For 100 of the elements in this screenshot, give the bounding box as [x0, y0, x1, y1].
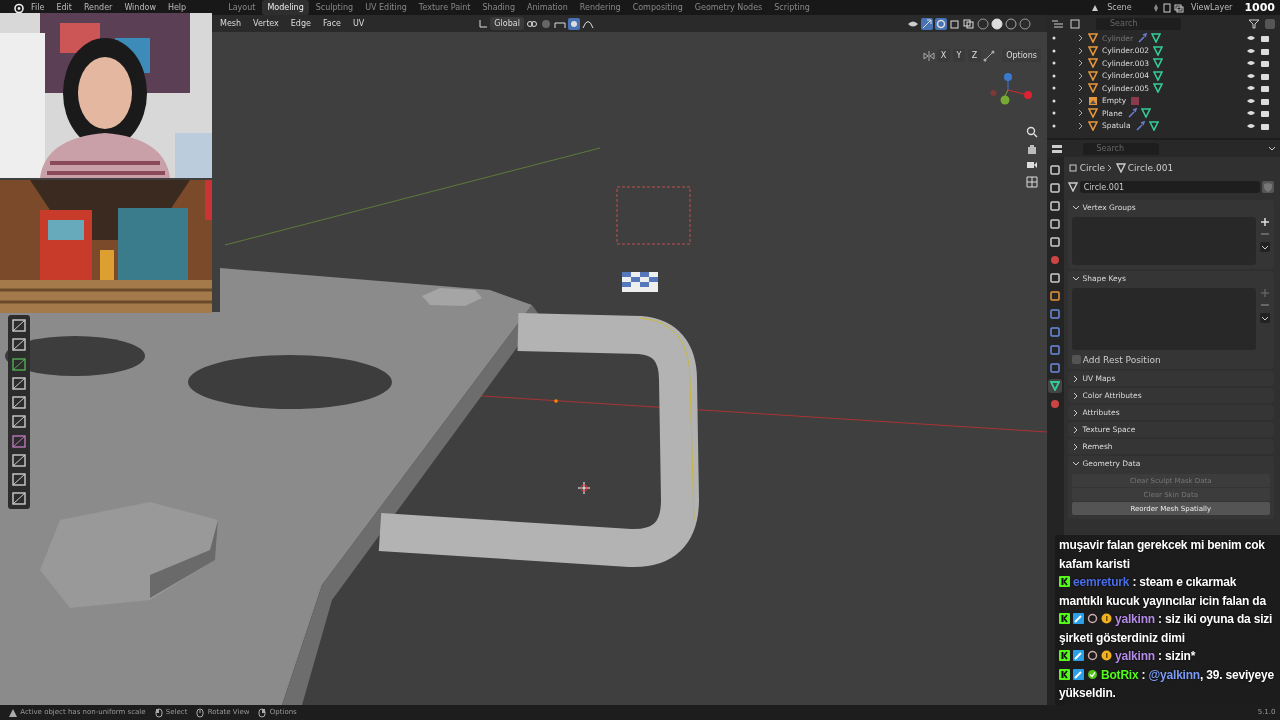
counter: 1000	[1243, 0, 1276, 15]
proportional-icon[interactable]	[567, 17, 580, 30]
options-button[interactable]: Options	[1002, 49, 1041, 62]
workspace-tab[interactable]: Animation	[522, 0, 573, 15]
mesh-icon	[1088, 120, 1098, 131]
axis-toggle[interactable]: Z	[967, 49, 982, 62]
mirror-icon[interactable]	[922, 49, 935, 62]
chat-message: yalkinn : siz iki oyuna da sizi şirketi gösterdiniz dimi	[1059, 611, 1274, 647]
workspace-tab[interactable]: Modeling	[262, 0, 309, 15]
new-scene-icon[interactable]	[1162, 2, 1173, 13]
dot-icon	[1052, 98, 1056, 103]
logo-icon	[14, 2, 24, 13]
filter-view-icon[interactable]	[1069, 18, 1083, 29]
username[interactable]: BotRix	[1101, 667, 1139, 682]
checkbox[interactable]	[1071, 355, 1081, 365]
menu-item[interactable]: Render	[78, 0, 118, 15]
scene-name[interactable]: Scene	[1102, 0, 1137, 15]
mesh-data-icon[interactable]	[1067, 182, 1078, 192]
mesh-icon	[1088, 45, 1098, 56]
workspace-tab[interactable]: Layout	[223, 0, 261, 15]
dot-icon	[1052, 48, 1056, 53]
display-mode-icon[interactable]	[1051, 18, 1065, 29]
workspace-tab[interactable]: Shading	[477, 0, 520, 15]
data-tab[interactable]	[1048, 379, 1063, 393]
filter-icon[interactable]	[1248, 18, 1260, 29]
pin-icon[interactable]	[1152, 2, 1161, 13]
menu-item[interactable]: File	[26, 0, 50, 15]
workspace-tab[interactable]: Sculpting	[310, 0, 359, 15]
username[interactable]: yalkinn	[1115, 612, 1155, 626]
zoom-icon[interactable]	[1026, 126, 1038, 138]
transform-icon[interactable]	[478, 18, 489, 29]
auto-merge-icon[interactable]	[983, 49, 996, 62]
object-tab[interactable]	[1048, 289, 1063, 303]
collection-tab[interactable]	[1048, 271, 1063, 285]
menu-item[interactable]: UV	[348, 15, 370, 32]
physics-tab[interactable]	[1048, 343, 1063, 357]
tool-icon[interactable]	[10, 432, 28, 450]
view-layer-name[interactable]: ViewLayer	[1186, 0, 1238, 15]
username[interactable]: eemreturk	[1073, 575, 1130, 589]
fake-user-icon[interactable]	[1262, 181, 1274, 193]
mouse-icon	[257, 707, 268, 718]
tool-icon[interactable]	[10, 451, 28, 469]
tool-icon[interactable]	[10, 317, 28, 334]
search-field[interactable]: Search	[1082, 142, 1159, 155]
menu-item[interactable]: Face	[317, 15, 346, 32]
render-tab[interactable]	[1048, 181, 1063, 195]
breadcrumb-item[interactable]: Circle.001	[1127, 162, 1174, 174]
menu-item[interactable]: Edge	[285, 15, 316, 32]
workspace-tab[interactable]: Scripting	[769, 0, 815, 15]
view-layer-icon[interactable]	[1174, 2, 1185, 13]
hand-icon[interactable]	[1026, 142, 1038, 155]
data-name-field[interactable]: Circle.001	[1079, 181, 1260, 193]
caret-icon[interactable]	[1268, 145, 1276, 152]
xray-icon[interactable]	[963, 18, 975, 29]
tool-tab[interactable]	[1048, 163, 1063, 177]
mention[interactable]: @yalkinn	[1148, 667, 1200, 682]
particles-tab[interactable]	[1048, 325, 1063, 339]
overlay-toggle-icon[interactable]	[935, 17, 947, 30]
editor-type-icon[interactable]	[1051, 143, 1065, 154]
view-tab[interactable]	[1048, 217, 1063, 231]
menu-item[interactable]: Help	[162, 0, 192, 15]
workspace-tab[interactable]: Compositing	[627, 0, 688, 15]
dot-icon	[1052, 36, 1056, 41]
menu-item[interactable]: Mesh	[215, 15, 247, 32]
mesh-icon	[1088, 70, 1098, 81]
axis-toggle[interactable]: X	[936, 49, 951, 62]
link-icon[interactable]	[525, 18, 538, 29]
workspace-tab[interactable]: UV Editing	[360, 0, 412, 15]
workspace-tab[interactable]: Geometry Nodes	[689, 0, 768, 15]
mesh-data-icon	[1151, 33, 1162, 44]
workspace-tab[interactable]: Rendering	[574, 0, 626, 15]
grid-icon[interactable]	[1026, 175, 1038, 188]
falloff-icon[interactable]	[581, 18, 594, 29]
camera-icon[interactable]	[1026, 159, 1038, 171]
gizmo-toggle-icon[interactable]	[921, 17, 933, 30]
menu-item[interactable]: Vertex	[248, 15, 284, 32]
search-field[interactable]: Search	[1096, 17, 1181, 30]
output-tab[interactable]	[1048, 199, 1063, 213]
menu-item[interactable]: Edit	[51, 0, 77, 15]
mesh-icon	[1088, 83, 1098, 94]
axis-toggle[interactable]: Y	[952, 49, 966, 62]
constraints-tab[interactable]	[1048, 361, 1063, 375]
menu-item[interactable]: Window	[119, 0, 161, 15]
tool-icon[interactable]	[10, 374, 28, 392]
orientation-dropdown[interactable]: Global	[490, 17, 524, 30]
tool-icon[interactable]	[10, 336, 28, 354]
breadcrumb-item[interactable]: Circle	[1079, 162, 1106, 174]
scene-tab[interactable]	[1048, 235, 1063, 249]
menu-caret-icon[interactable]	[1260, 312, 1270, 323]
workspace-tab[interactable]: Texture Paint	[413, 0, 476, 15]
menu-caret-icon[interactable]	[1260, 241, 1270, 252]
modifier-tab[interactable]	[1048, 307, 1063, 321]
mesh-edit-overlay-icon[interactable]	[949, 18, 961, 29]
tool-icon[interactable]	[10, 413, 28, 431]
tool-icon[interactable]	[10, 490, 28, 508]
tool-icon[interactable]	[10, 471, 28, 488]
tool-icon[interactable]	[10, 394, 28, 411]
username[interactable]: yalkinn	[1115, 649, 1155, 663]
add-icon[interactable]	[1260, 217, 1270, 227]
tool-icon[interactable]	[10, 355, 28, 373]
